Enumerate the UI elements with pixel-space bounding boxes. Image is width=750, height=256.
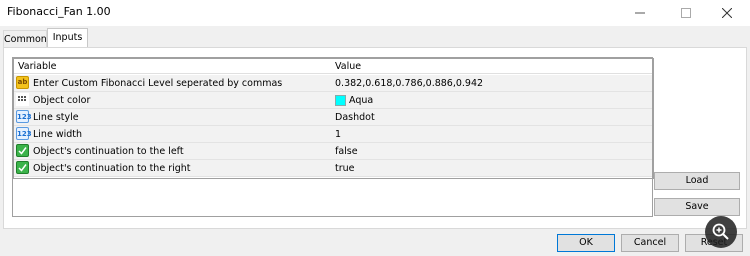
- inputs-panel: Variable Value ab Enter Custom Fibonacci…: [3, 47, 747, 229]
- header-variable: Variable: [18, 61, 57, 72]
- minimize-icon: [635, 12, 645, 14]
- zoom-in-button[interactable]: [705, 216, 737, 248]
- zoom-in-icon: [712, 223, 729, 240]
- minimize-button[interactable]: [617, 0, 663, 26]
- grid-row-line-style[interactable]: 123 Line style Dashdot: [14, 109, 653, 126]
- grid-header: Variable Value: [14, 59, 653, 74]
- title-bar: Fibonacci_Fan 1.00: [0, 0, 750, 26]
- row-variable: Object color: [33, 95, 91, 106]
- grid-row-object-color[interactable]: Object color Aqua: [14, 92, 653, 109]
- row-value[interactable]: false: [335, 146, 358, 157]
- inputs-grid: Variable Value ab Enter Custom Fibonacci…: [13, 58, 654, 179]
- row-variable: Object's continuation to the left: [33, 146, 184, 157]
- color-swatch[interactable]: [335, 95, 346, 106]
- row-variable: Line width: [33, 129, 83, 140]
- grid-row-fibo-levels[interactable]: ab Enter Custom Fibonacci Level seperate…: [14, 75, 653, 92]
- bool-icon: [16, 144, 29, 157]
- row-value[interactable]: Dashdot: [335, 112, 375, 123]
- grid-row-continuation-right[interactable]: Object's continuation to the right true: [14, 160, 653, 177]
- cancel-button[interactable]: Cancel: [621, 234, 679, 252]
- integer-icon: 123: [16, 110, 32, 123]
- tab-strip: Common Inputs: [0, 26, 750, 49]
- row-value[interactable]: true: [335, 163, 355, 174]
- ok-button[interactable]: OK: [557, 234, 615, 252]
- save-button[interactable]: Save: [654, 198, 740, 216]
- close-icon: [722, 8, 732, 18]
- row-value[interactable]: Aqua: [349, 95, 373, 106]
- row-variable: Object's continuation to the right: [33, 163, 191, 174]
- header-value: Value: [335, 61, 362, 72]
- tab-inputs[interactable]: Inputs: [47, 28, 88, 49]
- grid-row-continuation-left[interactable]: Object's continuation to the left false: [14, 143, 653, 160]
- grid-row-line-width[interactable]: 123 Line width 1: [14, 126, 653, 143]
- row-variable: Enter Custom Fibonacci Level seperated b…: [33, 78, 283, 89]
- row-value[interactable]: 0.382,0.618,0.786,0.886,0.942: [335, 78, 483, 89]
- integer-icon: 123: [16, 127, 32, 140]
- color-icon: [16, 93, 29, 106]
- bool-icon: [16, 161, 29, 174]
- close-button[interactable]: [704, 0, 750, 26]
- row-variable: Line style: [33, 112, 79, 123]
- string-icon: ab: [16, 76, 29, 89]
- row-value[interactable]: 1: [335, 129, 341, 140]
- maximize-icon: [681, 8, 691, 18]
- window-title: Fibonacci_Fan 1.00: [7, 5, 111, 18]
- load-button[interactable]: Load: [654, 172, 740, 190]
- maximize-button[interactable]: [663, 0, 709, 26]
